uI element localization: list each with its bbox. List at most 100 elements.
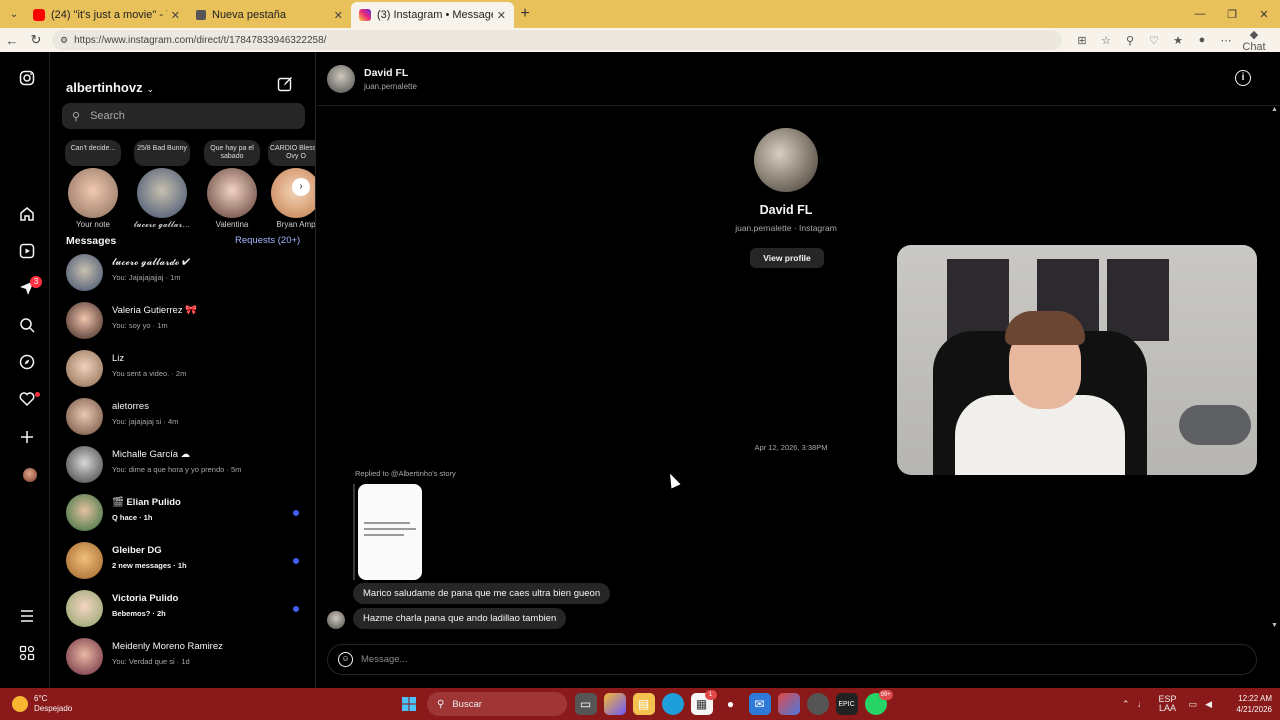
- notifications-heart-icon[interactable]: [16, 388, 38, 410]
- url-field[interactable]: ⚙ https://www.instagram.com/direct/t/178…: [52, 30, 1062, 50]
- restore-icon[interactable]: ❐: [1216, 8, 1248, 21]
- whatsapp-icon[interactable]: 99+: [864, 690, 893, 715]
- search-icon[interactable]: [16, 314, 38, 336]
- tab-youtube[interactable]: (24) "it's just a movie" - YouTube ✕: [25, 2, 188, 28]
- info-icon[interactable]: i: [1235, 70, 1251, 86]
- explore-icon[interactable]: [16, 351, 38, 373]
- requests-link[interactable]: Requests (20+): [235, 235, 300, 246]
- profile-icon[interactable]: ●: [1190, 34, 1214, 46]
- chat-scrollbar[interactable]: ▲ ▼: [1271, 106, 1278, 632]
- conversation-item[interactable]: Liz You sent a video. · 2m: [51, 346, 315, 394]
- microsoft-365-icon[interactable]: [777, 693, 800, 715]
- file-explorer-icon[interactable]: ▤: [632, 693, 655, 715]
- note-item[interactable]: Que hay pa el sabado Valentina: [199, 140, 265, 229]
- avatar: [66, 542, 103, 579]
- avatar[interactable]: [327, 65, 355, 93]
- account-switcher[interactable]: albertinhovz ⌄: [66, 80, 154, 95]
- message-input[interactable]: ☺ Message...: [327, 644, 1257, 675]
- copilot-icon[interactable]: [603, 693, 626, 715]
- replied-to-story-label: Replied to @Albertinho's story: [355, 469, 456, 478]
- back-icon[interactable]: ←: [0, 33, 24, 48]
- maps-pin-icon[interactable]: ●: [720, 693, 742, 715]
- view-profile-button[interactable]: View profile: [750, 248, 824, 268]
- home-icon[interactable]: [16, 203, 38, 225]
- reply-bar: [353, 484, 355, 580]
- emoji-icon[interactable]: ☺: [338, 652, 353, 667]
- webcam-overlay: [897, 245, 1257, 475]
- new-tab-button[interactable]: +: [514, 5, 536, 23]
- favorites-icon[interactable]: ★: [1166, 34, 1190, 47]
- chat-header-name[interactable]: David FL: [364, 67, 408, 79]
- message-bubble[interactable]: Marico saludame de pana que me caes ultr…: [353, 583, 611, 604]
- scroll-down-icon[interactable]: ▼: [1271, 622, 1278, 629]
- copilot-chat-button[interactable]: ◆ Chat: [1242, 28, 1266, 53]
- taskbar-search-label: Buscar: [452, 698, 482, 710]
- language-indicator[interactable]: ESP LAA: [1155, 695, 1181, 713]
- extensions-icon[interactable]: ⚲: [1118, 34, 1142, 47]
- edge-browser-icon[interactable]: [661, 693, 684, 715]
- favorite-star-icon[interactable]: ☆: [1094, 34, 1118, 47]
- new-message-icon[interactable]: [277, 76, 293, 96]
- person-hair: [1005, 311, 1085, 345]
- conversation-item[interactable]: Valeria Gutierrez 🎀 You: soy yo · 1m: [51, 298, 315, 346]
- conversation-item[interactable]: Michalle García ☁ You: dime a que hora y…: [51, 442, 315, 490]
- start-windows-icon[interactable]: [398, 693, 420, 715]
- mail-icon[interactable]: ✉: [748, 693, 771, 715]
- conversation-item[interactable]: 𝓵𝓾𝓬𝓮𝓻𝓸 𝓰𝓪𝓵𝓵𝓪𝓻𝓭𝓸 ✔ You: Jajajajajjaj · 1m: [51, 250, 315, 298]
- chrome-icon[interactable]: [806, 693, 829, 715]
- conversation-name: 𝓵𝓾𝓬𝓮𝓻𝓸 𝓰𝓪𝓵𝓵𝓪𝓻𝓭𝓸 ✔: [112, 257, 191, 268]
- profile-avatar[interactable]: [23, 468, 37, 482]
- story-thumbnail[interactable]: [358, 484, 422, 580]
- conversation-item[interactable]: aletorres You: jajajajaj si · 4m: [51, 394, 315, 442]
- display-icon[interactable]: ▭: [1189, 699, 1198, 710]
- conversation-name: Gleiber DG: [112, 545, 162, 556]
- chevron-up-icon[interactable]: ⌃: [1122, 699, 1130, 710]
- message-bubble[interactable]: Hazme charla pana que ando ladillao tamb…: [353, 608, 567, 629]
- conversation-item[interactable]: Meidenly Moreno Ramirez You: Verdad que …: [51, 634, 315, 682]
- search-input[interactable]: ⚲ Search: [62, 103, 305, 129]
- scroll-up-icon[interactable]: ▲: [1271, 106, 1278, 113]
- instagram-logo-icon[interactable]: [16, 67, 38, 89]
- refresh-icon[interactable]: ↻: [24, 32, 48, 48]
- conversation-snippet: You: jajajajaj si · 4m: [112, 417, 179, 426]
- conversation-item[interactable]: 🎬 Elian Pulido Q hace · 1h: [51, 490, 315, 538]
- minimize-icon[interactable]: —: [1184, 8, 1216, 21]
- task-view-icon[interactable]: ▭: [574, 693, 597, 715]
- epic-games-icon[interactable]: EPIC: [835, 693, 858, 715]
- avatar: [207, 168, 257, 218]
- site-info-icon[interactable]: ⚙: [60, 35, 68, 46]
- system-clock[interactable]: 12:22 AM 4/21/2026: [1228, 693, 1272, 715]
- avatar: [66, 638, 103, 675]
- create-plus-icon[interactable]: [16, 426, 38, 448]
- story-line: [364, 522, 410, 524]
- app-install-icon[interactable]: ⊞: [1070, 34, 1094, 47]
- taskbar-search[interactable]: ⚲ Buscar: [427, 692, 567, 716]
- performance-icon[interactable]: ♡: [1142, 34, 1166, 47]
- close-tab-icon[interactable]: ✕: [334, 9, 343, 22]
- conversation-snippet: You: soy yo · 1m: [112, 321, 168, 330]
- close-window-icon[interactable]: ✕: [1248, 8, 1280, 21]
- chat-label: Chat: [1242, 40, 1266, 53]
- tab-new-tab[interactable]: Nueva pestaña ✕: [188, 2, 351, 28]
- weather-widget[interactable]: 6°C Despejado: [12, 694, 72, 714]
- tab-list-menu-button[interactable]: ⌄: [3, 3, 25, 25]
- tab-instagram[interactable]: (3) Instagram • Messages ✕: [351, 2, 514, 28]
- microphone-icon[interactable]: ♩: [1138, 699, 1147, 709]
- more-menu-icon[interactable]: [16, 605, 38, 627]
- close-tab-icon[interactable]: ✕: [497, 9, 506, 22]
- chat-panel: David FL juan.pernalette i David FL juan…: [317, 52, 1280, 688]
- volume-icon[interactable]: ◀: [1205, 699, 1212, 710]
- conversation-item[interactable]: Victoria Pulido Bebemos? · 2h: [51, 586, 315, 634]
- note-item[interactable]: Can't decide... Your note: [60, 140, 126, 229]
- reels-icon[interactable]: [16, 240, 38, 262]
- also-from-meta-icon[interactable]: [16, 642, 38, 664]
- chevron-right-icon[interactable]: ›: [292, 178, 310, 196]
- username-label: albertinhovz: [66, 80, 143, 95]
- chat-header: David FL juan.pernalette i: [317, 52, 1280, 106]
- lang-bottom: LAA: [1159, 703, 1177, 713]
- more-menu-icon[interactable]: ⋯: [1214, 34, 1238, 47]
- conversation-item[interactable]: Gleiber DG 2 new messages · 1h: [51, 538, 315, 586]
- store-icon[interactable]: ▦ 1: [690, 690, 717, 715]
- close-tab-icon[interactable]: ✕: [171, 9, 180, 22]
- note-item[interactable]: 25/8 Bad Bunny 𝓵𝓾𝓬𝓮𝓻𝓸 𝓰𝓪𝓵𝓵𝓪𝓻…: [129, 140, 195, 230]
